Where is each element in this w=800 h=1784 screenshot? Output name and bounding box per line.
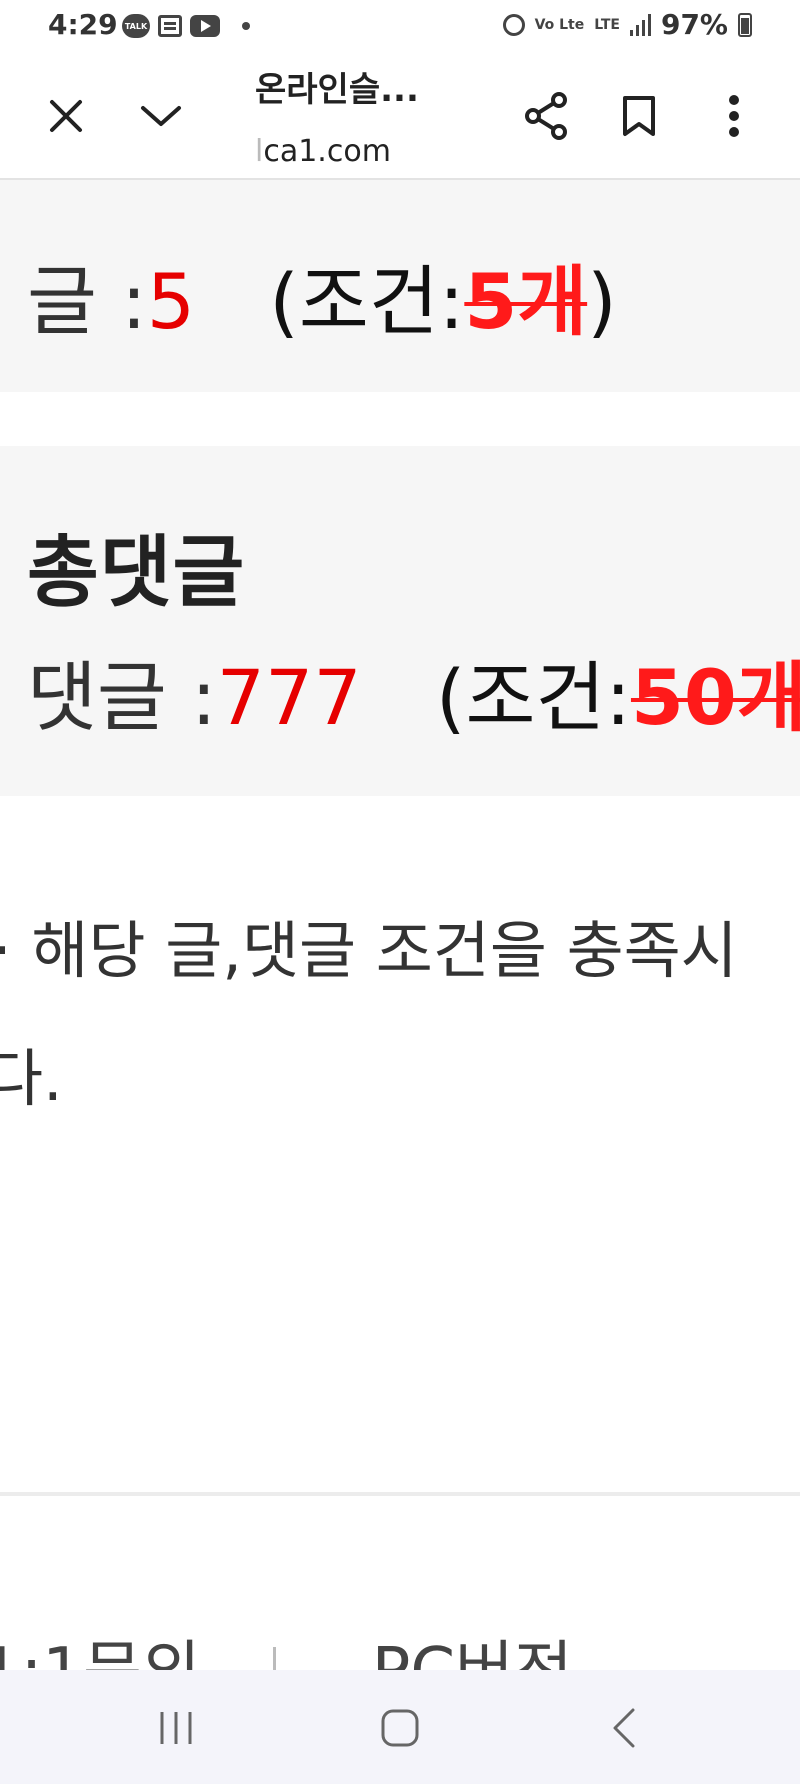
post-count-condition: 5개 <box>464 257 588 346</box>
battery-icon <box>738 12 752 37</box>
comment-count-card: 총댓글 댓글 :777 (조건:50개) <box>0 446 800 796</box>
more-menu-button[interactable] <box>704 86 764 146</box>
status-notification-icons: TALK <box>122 14 250 38</box>
signal-icon <box>629 13 651 36</box>
lte-icon: LTE <box>594 16 620 33</box>
recent-apps-icon <box>160 1712 192 1744</box>
battery-percent: 97% <box>660 8 728 41</box>
youtube-icon <box>190 15 220 37</box>
footer-divider <box>0 1492 800 1496</box>
system-navigation-bar <box>0 1670 800 1784</box>
comment-count-heading: 총댓글 <box>27 528 246 618</box>
bookmark-icon <box>623 96 655 136</box>
post-count-card: 글 :5 (조건:5개) <box>0 180 800 392</box>
back-icon <box>613 1708 635 1748</box>
browser-toolbar: 온라인슬... lca1.com <box>0 56 800 180</box>
recent-apps-button[interactable] <box>136 1698 216 1758</box>
alarm-icon <box>502 13 525 36</box>
status-bar: 4:29 TALK Vo Lte LTE 97% <box>0 0 800 56</box>
bookmark-button[interactable] <box>609 86 669 146</box>
back-button[interactable] <box>584 1698 664 1758</box>
comment-count-line: 댓글 :777 (조건:50개) <box>27 636 800 746</box>
close-icon <box>50 100 82 132</box>
news-icon <box>158 15 182 37</box>
notice-line-2: 다. <box>0 1042 63 1115</box>
page-url: lca1.com <box>255 134 391 169</box>
post-count-line: 글 :5 (조건:5개) <box>27 257 617 346</box>
share-button[interactable] <box>516 86 576 146</box>
comment-count-value: 777 <box>216 653 362 742</box>
collapse-button[interactable] <box>131 86 191 146</box>
home-icon <box>381 1709 419 1747</box>
more-notifications-dot-icon <box>242 22 250 30</box>
status-time: 4:29 <box>48 8 118 41</box>
close-button[interactable] <box>36 86 96 146</box>
kakaotalk-icon: TALK <box>122 14 150 38</box>
volte-icon: Vo Lte <box>534 16 585 33</box>
page-title: 온라인슬... <box>255 70 419 110</box>
status-system-icons: Vo Lte LTE 97% <box>502 8 752 41</box>
chevron-down-icon <box>141 106 181 126</box>
comment-count-condition: 50개 <box>630 653 800 742</box>
home-button[interactable] <box>360 1698 440 1758</box>
post-count-value: 5 <box>146 257 196 346</box>
share-icon <box>525 92 567 140</box>
notice-line-1: · 해당 글,댓글 조건을 충족시 <box>0 914 738 987</box>
more-vertical-icon <box>729 95 739 137</box>
